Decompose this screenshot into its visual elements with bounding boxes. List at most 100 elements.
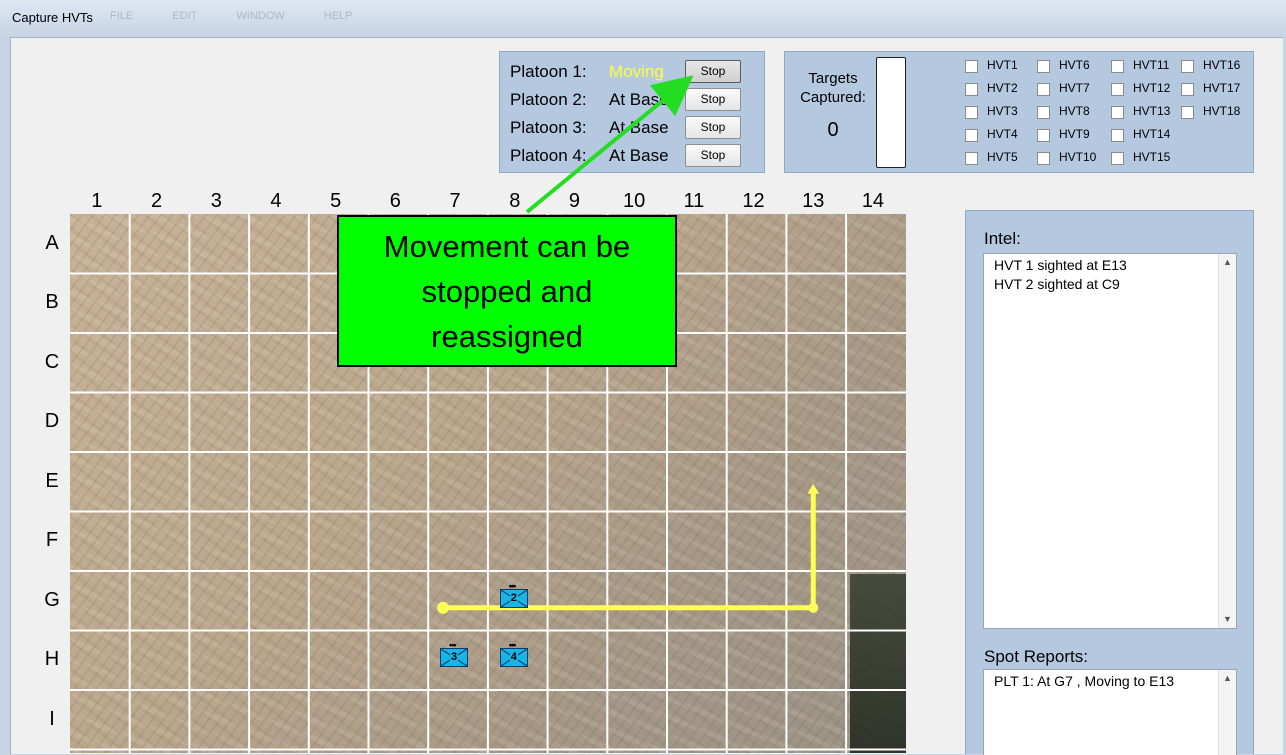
map-row-label: C [44,350,60,373]
map-row-label: D [44,410,60,433]
menu-bar: FILE EDIT WINDOW HELP [110,10,389,22]
intel-scrollbar[interactable]: ▲ ▼ [1218,254,1236,628]
platoon-1-stop-button[interactable]: Stop [685,60,741,83]
intel-label: Intel: [984,229,1021,248]
spot-reports-scrollbar[interactable]: ▲ [1218,670,1236,755]
checkbox-icon[interactable] [1181,106,1194,119]
targets-captured-count: 0 [827,119,839,141]
targets-panel: Targets Captured: 0 HVT1 HVT2 HVT3 HVT4 HVT5… [784,51,1254,173]
map-row-label: F [45,529,59,552]
checkbox-icon[interactable] [1037,106,1050,119]
platoon-unit-icon[interactable]: ••• 3 [440,641,469,668]
checkbox-icon[interactable] [1111,152,1124,165]
platoon-status: At Base [609,118,669,137]
map-row-label: B [45,291,59,314]
hvt-label: HVT16 [1203,58,1241,72]
hvt-label: HVT12 [1133,81,1171,95]
platoon-label: Platoon 3: [510,118,587,137]
menu-file[interactable]: FILE [110,10,133,22]
map-column-label: 5 [330,190,342,212]
platoon-status: Moving [609,62,664,81]
map-column-label: 4 [270,190,282,212]
checkbox-icon[interactable] [1111,60,1124,73]
checkbox-icon[interactable] [1181,83,1194,96]
hvt-label: HVT10 [1059,150,1097,164]
menu-edit[interactable]: EDIT [172,10,197,22]
platoon-unit-icon[interactable]: ••• 4 [499,641,528,668]
unit-size-icon: ••• [449,640,457,651]
info-panel: Intel: HVT 1 sighted at E13 HVT 2 sighte… [965,210,1254,755]
intel-list[interactable]: HVT 1 sighted at E13 HVT 2 sighted at C9… [983,253,1237,629]
platoon-label: Platoon 1: [510,62,587,81]
checkbox-icon[interactable] [1037,129,1050,142]
map-row-label: G [44,588,60,611]
unit-label: 4 [509,651,518,664]
targets-captured-bar [876,57,906,168]
platoon-panel: Platoon 1: Moving Stop Platoon 2: At Bas… [499,51,765,173]
scroll-up-icon[interactable]: ▲ [1219,670,1236,687]
hvt-label: HVT9 [1059,127,1090,141]
map-column-label: 3 [210,190,222,212]
map-column-label: 9 [568,190,580,212]
route-path [443,489,816,611]
targets-captured-label: Targets Captured: [800,70,866,106]
scroll-up-icon[interactable]: ▲ [1219,254,1236,271]
window-title: Capture HVTs [12,10,93,25]
map-row-label: E [45,469,59,492]
unit-size-icon: ••• [508,640,517,651]
map-column-label: 12 [742,190,765,212]
scroll-down-icon[interactable]: ▼ [1219,611,1236,628]
hvt-label: HVT4 [987,127,1018,141]
hvt-label: HVT6 [1059,58,1090,72]
list-item: PLT 1: At G7 , Moving to E13 [994,673,1175,689]
map-column-label: 14 [861,190,885,212]
callout-text: Movement can be stopped and reassigned [383,228,631,354]
checkbox-icon[interactable] [1037,83,1050,96]
checkbox-icon[interactable] [965,60,978,73]
hvt-label: HVT14 [1133,127,1171,141]
hvt-label: HVT2 [987,81,1018,95]
list-item: HVT 2 sighted at C9 [994,276,1120,292]
checkbox-icon[interactable] [965,152,978,165]
menu-help[interactable]: HELP [324,10,353,22]
platoon-label: Platoon 4: [510,146,587,165]
checkbox-icon[interactable] [965,83,978,96]
platoon-4-stop-button[interactable]: Stop [685,144,741,167]
platoon-2-stop-button[interactable]: Stop [685,88,741,111]
checkbox-icon[interactable] [1111,106,1124,119]
spot-reports-list[interactable]: PLT 1: At G7 , Moving to E13 ▲ [983,669,1237,755]
route-start-dot [437,601,450,614]
route-corner-dot [808,602,819,613]
platoon-status: At Base [609,146,669,165]
checkbox-icon[interactable] [1037,152,1050,165]
hvt-label: HVT11 [1133,58,1170,72]
list-item: HVT 1 sighted at E13 [994,257,1127,273]
checkbox-icon[interactable] [1111,129,1124,142]
hvt-label: HVT7 [1059,81,1090,95]
checkbox-icon[interactable] [1111,83,1124,96]
checkbox-icon[interactable] [1181,60,1194,73]
map-row-label: H [44,648,60,671]
map-row-label: A [45,231,59,254]
unit-label: 2 [509,591,518,604]
checkbox-icon[interactable] [965,129,978,142]
checkbox-icon[interactable] [965,106,978,119]
map-column-label: 8 [509,190,521,212]
spot-reports-label: Spot Reports: [984,647,1088,666]
title-bar: Capture HVTs FILE EDIT WINDOW HELP [0,0,1286,36]
platoon-unit-icon[interactable]: ••• 2 [499,581,528,608]
menu-window[interactable]: WINDOW [236,10,284,22]
hvt-label: HVT3 [987,104,1018,118]
checkbox-icon[interactable] [1037,60,1050,73]
map-column-label: 10 [623,190,646,212]
platoon-3-stop-button[interactable]: Stop [685,116,741,139]
map-column-label: 11 [683,190,705,212]
platoon-status: At Base [609,90,669,109]
map-column-label: 2 [150,190,163,212]
hvt-label: HVT17 [1203,81,1241,95]
hvt-label: HVT18 [1203,104,1241,118]
map-column-label: 1 [91,190,103,212]
map-row-label: I [49,707,55,730]
unit-size-icon: ••• [508,580,517,591]
map-column-label: 7 [449,190,461,212]
